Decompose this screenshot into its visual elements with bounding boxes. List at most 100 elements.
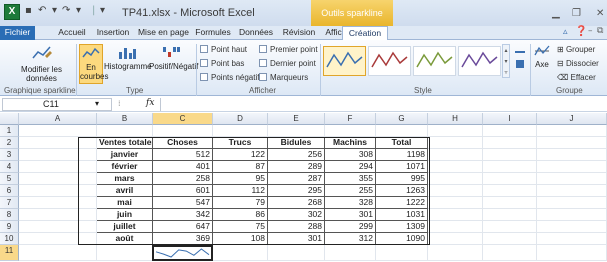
- grid-cell[interactable]: [153, 125, 213, 137]
- table-header-cell[interactable]: Machins: [325, 137, 376, 149]
- value-cell[interactable]: 288: [268, 221, 325, 233]
- grid-cell[interactable]: [19, 125, 97, 137]
- row-header[interactable]: 11: [0, 245, 19, 261]
- grid-cell[interactable]: [376, 245, 428, 261]
- grid-cell[interactable]: [428, 233, 483, 245]
- grid-cell[interactable]: [483, 137, 537, 149]
- grid-cell[interactable]: [428, 197, 483, 209]
- ungroup-button[interactable]: ⊟ Dissocier: [557, 59, 599, 68]
- table-header-cell[interactable]: Trucs: [213, 137, 268, 149]
- value-cell[interactable]: 328: [325, 197, 376, 209]
- value-cell[interactable]: 95: [213, 173, 268, 185]
- value-cell[interactable]: 995: [376, 173, 428, 185]
- month-cell[interactable]: janvier: [97, 149, 153, 161]
- style-tile-4[interactable]: [458, 46, 501, 76]
- clear-button[interactable]: ⌫ Effacer: [557, 73, 596, 82]
- value-cell[interactable]: 112: [213, 185, 268, 197]
- month-cell[interactable]: février: [97, 161, 153, 173]
- help-icon[interactable]: ❓: [575, 26, 587, 37]
- redo-icon[interactable]: ↷: [62, 5, 70, 16]
- grid-cell[interactable]: [376, 125, 428, 137]
- grid-cell[interactable]: [213, 125, 268, 137]
- selected-cell-c11[interactable]: [152, 245, 213, 261]
- value-cell[interactable]: 302: [268, 209, 325, 221]
- value-cell[interactable]: 255: [325, 185, 376, 197]
- type-line-button[interactable]: En courbes: [79, 44, 108, 84]
- ribbon-minimize-icon[interactable]: ▵: [563, 27, 568, 37]
- style-tile-1[interactable]: [323, 46, 366, 76]
- grid-cell[interactable]: [483, 149, 537, 161]
- value-cell[interactable]: 547: [153, 197, 213, 209]
- grid-cell[interactable]: [19, 137, 97, 149]
- value-cell[interactable]: 301: [325, 209, 376, 221]
- value-cell[interactable]: 312: [325, 233, 376, 245]
- row-header[interactable]: 10: [0, 233, 19, 245]
- value-cell[interactable]: 86: [213, 209, 268, 221]
- grid-cell[interactable]: [19, 149, 97, 161]
- grid-cell[interactable]: [537, 209, 607, 221]
- grid-cell[interactable]: [537, 245, 607, 261]
- value-cell[interactable]: 75: [213, 221, 268, 233]
- grid-cell[interactable]: [428, 161, 483, 173]
- row-header[interactable]: 4: [0, 161, 19, 173]
- value-cell[interactable]: 1031: [376, 209, 428, 221]
- grid-cell[interactable]: [483, 161, 537, 173]
- grid-cell[interactable]: [19, 233, 97, 245]
- month-cell[interactable]: mars: [97, 173, 153, 185]
- grid-cell[interactable]: [483, 173, 537, 185]
- grid-cell[interactable]: [428, 185, 483, 197]
- grid-cell[interactable]: [537, 197, 607, 209]
- grid-cell[interactable]: [428, 245, 483, 261]
- value-cell[interactable]: 1309: [376, 221, 428, 233]
- row-header[interactable]: 7: [0, 197, 19, 209]
- redo-dropdown-icon[interactable]: ▾: [76, 5, 81, 16]
- grid-cell[interactable]: [428, 221, 483, 233]
- row-header[interactable]: 6: [0, 185, 19, 197]
- grid-cell[interactable]: [268, 245, 325, 261]
- month-cell[interactable]: mai: [97, 197, 153, 209]
- grid-cell[interactable]: [19, 221, 97, 233]
- customize-qat-icon[interactable]: ▾: [100, 5, 105, 16]
- row-header[interactable]: 9: [0, 221, 19, 233]
- value-cell[interactable]: 1090: [376, 233, 428, 245]
- grid-cell[interactable]: [483, 233, 537, 245]
- tab-accueil[interactable]: Accueil: [55, 26, 89, 40]
- value-cell[interactable]: 289: [268, 161, 325, 173]
- markers-checkbox[interactable]: Marqueurs: [259, 73, 308, 82]
- value-cell[interactable]: 1222: [376, 197, 428, 209]
- grid-cell[interactable]: [537, 161, 607, 173]
- grid-cell[interactable]: [19, 161, 97, 173]
- grid-cell[interactable]: [537, 149, 607, 161]
- grid-cell[interactable]: [483, 125, 537, 137]
- row-header[interactable]: 5: [0, 173, 19, 185]
- value-cell[interactable]: 512: [153, 149, 213, 161]
- column-header[interactable]: I: [483, 113, 537, 125]
- table-header-cell[interactable]: Total: [376, 137, 428, 149]
- grid-cell[interactable]: [325, 245, 376, 261]
- grid-cell[interactable]: [537, 125, 607, 137]
- tab-donnees[interactable]: Données: [235, 26, 277, 40]
- group-button[interactable]: ⊞ Grouper: [557, 45, 595, 54]
- grid-cell[interactable]: [483, 185, 537, 197]
- column-header[interactable]: G: [376, 113, 428, 125]
- undo-dropdown-icon[interactable]: ▾: [52, 5, 57, 16]
- column-header[interactable]: D: [213, 113, 268, 125]
- grid-cell[interactable]: [537, 137, 607, 149]
- value-cell[interactable]: 256: [268, 149, 325, 161]
- low-point-checkbox[interactable]: Point bas: [200, 59, 244, 68]
- value-cell[interactable]: 1071: [376, 161, 428, 173]
- grid-cell[interactable]: [483, 245, 537, 261]
- restore-icon[interactable]: ❐: [572, 8, 581, 19]
- value-cell[interactable]: 1198: [376, 149, 428, 161]
- month-cell[interactable]: avril: [97, 185, 153, 197]
- tab-mise-en-page[interactable]: Mise en page: [135, 26, 192, 40]
- value-cell[interactable]: 601: [153, 185, 213, 197]
- value-cell[interactable]: 342: [153, 209, 213, 221]
- style-gallery-scroll[interactable]: ▴ ▾ ▿: [502, 44, 510, 78]
- value-cell[interactable]: 294: [325, 161, 376, 173]
- column-header[interactable]: E: [268, 113, 325, 125]
- value-cell[interactable]: 79: [213, 197, 268, 209]
- grid-cell[interactable]: [483, 197, 537, 209]
- value-cell[interactable]: 258: [153, 173, 213, 185]
- value-cell[interactable]: 355: [325, 173, 376, 185]
